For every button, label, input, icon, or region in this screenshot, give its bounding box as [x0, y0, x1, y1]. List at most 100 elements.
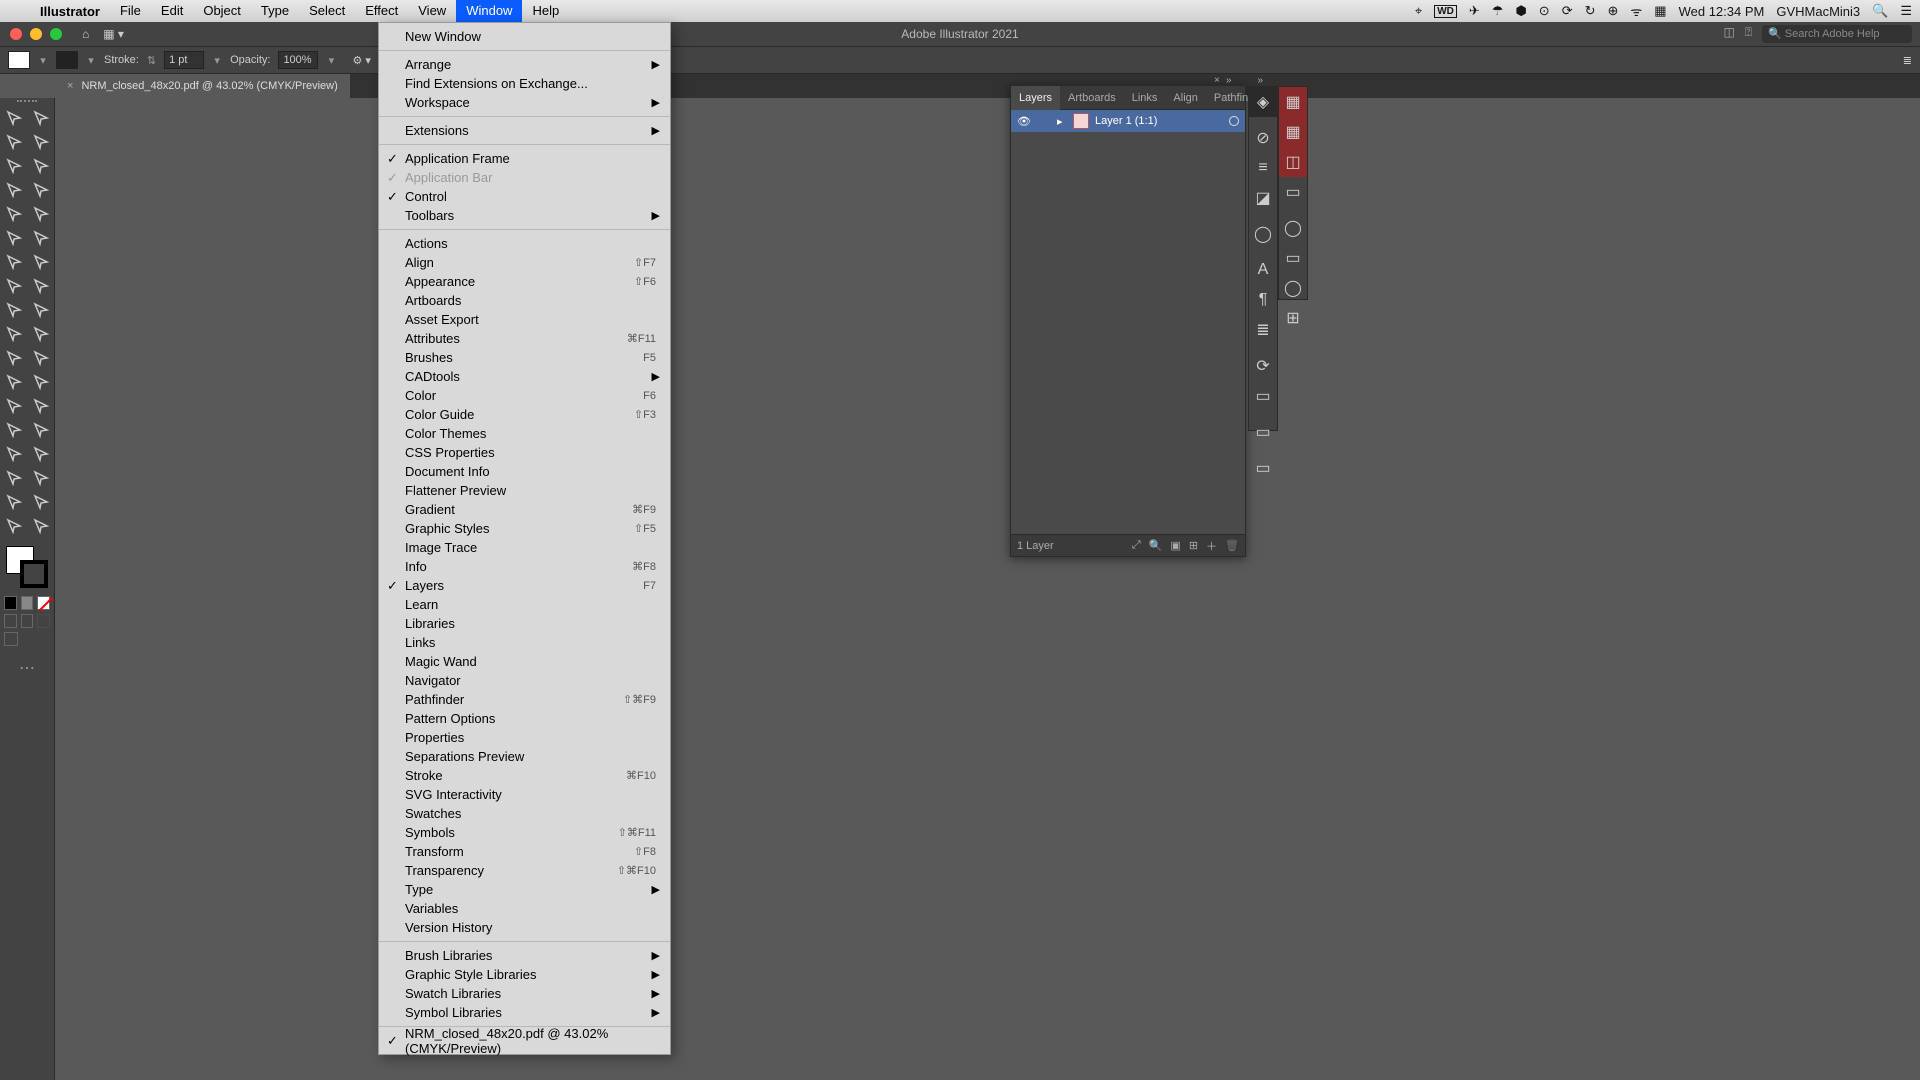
edit-toolbar-button[interactable]: ⋯: [0, 658, 54, 678]
menu-effect[interactable]: Effect: [355, 0, 408, 22]
status-icon[interactable]: ⊕: [1608, 3, 1619, 19]
menu-type[interactable]: Type: [251, 0, 299, 22]
status-icon[interactable]: ⊙: [1539, 3, 1550, 19]
menu-item-stroke[interactable]: Stroke⌘F10: [379, 766, 670, 785]
zoom-window-button[interactable]: [50, 28, 62, 40]
menu-item-swatches[interactable]: Swatches: [379, 804, 670, 823]
panel-icon[interactable]: ◯: [1279, 273, 1307, 303]
menu-item-brushes[interactable]: BrushesF5: [379, 348, 670, 367]
puppet-tool[interactable]: [27, 466, 54, 490]
type-tool[interactable]: [0, 178, 27, 202]
menu-item-attributes[interactable]: Attributes⌘F11: [379, 329, 670, 348]
menu-file[interactable]: File: [110, 0, 151, 22]
status-icon[interactable]: ⬢: [1515, 3, 1526, 19]
canvas-area[interactable]: [55, 98, 1920, 1080]
menu-item-gradient[interactable]: Gradient⌘F9: [379, 500, 670, 519]
panel-menu-icon[interactable]: ≣: [1903, 54, 1912, 67]
menu-item-libraries[interactable]: Libraries: [379, 614, 670, 633]
menu-item-transform[interactable]: Transform⇧F8: [379, 842, 670, 861]
panel-tab-artboards[interactable]: Artboards: [1060, 86, 1124, 110]
shape-builder-tool[interactable]: [0, 298, 27, 322]
eyedropper-tool[interactable]: [0, 346, 27, 370]
character-icon[interactable]: A: [1249, 255, 1277, 285]
expand-icon[interactable]: ▸: [1057, 115, 1067, 128]
panel-tab-align[interactable]: Align: [1165, 86, 1205, 110]
menu-item-align[interactable]: Align⇧F7: [379, 253, 670, 272]
layer-locate-icon[interactable]: ⤢: [1132, 539, 1141, 552]
scale-tool[interactable]: [27, 250, 54, 274]
menu-item-color[interactable]: ColorF6: [379, 386, 670, 405]
menu-item-brush-libraries[interactable]: Brush Libraries▶: [379, 946, 670, 965]
menu-object[interactable]: Object: [193, 0, 251, 22]
knife-tool[interactable]: [0, 490, 27, 514]
arrange-documents-button[interactable]: ▦ ▾: [103, 27, 124, 41]
panel-icon[interactable]: ▭: [1279, 177, 1307, 207]
help-search-input[interactable]: 🔍 Search Adobe Help: [1762, 25, 1912, 43]
menu-item-actions[interactable]: Actions: [379, 234, 670, 253]
workspace-switcher-icon[interactable]: ◫: [1723, 25, 1734, 43]
layers-icon[interactable]: ◈: [1249, 87, 1277, 117]
menu-item-info[interactable]: Info⌘F8: [379, 557, 670, 576]
menu-item-new-window[interactable]: New Window: [379, 27, 670, 46]
status-icon[interactable]: ⌖: [1415, 3, 1422, 19]
fill-dropdown-icon[interactable]: ▾: [38, 54, 48, 67]
layer-sublayer-icon[interactable]: ⊞: [1189, 539, 1198, 552]
shaper-tool[interactable]: [0, 226, 27, 250]
date-icon[interactable]: ▦: [1654, 3, 1666, 19]
status-icon[interactable]: ⟳: [1562, 3, 1573, 19]
panel-tab-layers[interactable]: Layers: [1011, 86, 1060, 110]
stroke-weight-dropdown-icon[interactable]: ▾: [212, 54, 222, 67]
menu-item-properties[interactable]: Properties: [379, 728, 670, 747]
hand-tool[interactable]: [0, 418, 27, 442]
gradient-tool[interactable]: [27, 322, 54, 346]
magic-wand-tool[interactable]: [0, 154, 27, 178]
panel-collapse-icon[interactable]: »: [1257, 75, 1263, 86]
fill-stroke-control[interactable]: [0, 544, 54, 594]
stroke-stepper-icon[interactable]: ⇅: [147, 54, 156, 67]
blend-tool[interactable]: [27, 346, 54, 370]
menu-item-symbol-libraries[interactable]: Symbol Libraries▶: [379, 1003, 670, 1022]
glyphs-icon[interactable]: ≣: [1249, 315, 1277, 345]
menu-view[interactable]: View: [408, 0, 456, 22]
menu-item-learn[interactable]: Learn: [379, 595, 670, 614]
close-tab-icon[interactable]: ×: [67, 80, 73, 92]
symbol-sprayer-tool[interactable]: [0, 370, 27, 394]
fill-swatch[interactable]: [8, 51, 30, 69]
menu-item-variables[interactable]: Variables: [379, 899, 670, 918]
layer-search-icon[interactable]: 🔍: [1149, 539, 1163, 552]
none-mode-button[interactable]: [37, 596, 50, 610]
zoom-tool[interactable]: [27, 418, 54, 442]
panel-tab-links[interactable]: Links: [1124, 86, 1166, 110]
status-icon-wd[interactable]: WD: [1434, 5, 1457, 18]
menu-item-image-trace[interactable]: Image Trace: [379, 538, 670, 557]
stroke-color-square[interactable]: [20, 560, 48, 588]
width-tool[interactable]: [0, 274, 27, 298]
menu-item-swatch-libraries[interactable]: Swatch Libraries▶: [379, 984, 670, 1003]
menubar-clock[interactable]: Wed 12:34 PM: [1679, 4, 1765, 19]
menu-item-cadtools[interactable]: CADtools▶: [379, 367, 670, 386]
menu-item-extensions[interactable]: Extensions▶: [379, 121, 670, 140]
panel-icon[interactable]: ▭: [1279, 243, 1307, 273]
library-icon[interactable]: ⟳: [1249, 351, 1277, 381]
menu-item-links[interactable]: Links: [379, 633, 670, 652]
menu-help[interactable]: Help: [522, 0, 569, 22]
gradient-mode-button[interactable]: [21, 596, 34, 610]
artboard-tool[interactable]: [0, 394, 27, 418]
menu-item-type[interactable]: Type▶: [379, 880, 670, 899]
artboard-icon[interactable]: ▭: [1249, 417, 1277, 447]
links-icon[interactable]: ⊘: [1249, 123, 1277, 153]
menu-item-find-extensions-on-exchange[interactable]: Find Extensions on Exchange...: [379, 74, 670, 93]
stroke-swatch[interactable]: [56, 51, 78, 69]
paragraph-icon[interactable]: ¶: [1249, 285, 1277, 315]
menu-item-navigator[interactable]: Navigator: [379, 671, 670, 690]
menu-item-flattener-preview[interactable]: Flattener Preview: [379, 481, 670, 500]
menu-item-color-guide[interactable]: Color Guide⇧F3: [379, 405, 670, 424]
menu-item-control[interactable]: ✓Control: [379, 187, 670, 206]
lasso-tool[interactable]: [27, 154, 54, 178]
home-button[interactable]: ⌂: [82, 27, 89, 41]
rotate-tool[interactable]: [0, 250, 27, 274]
menu-item-layers[interactable]: ✓LayersF7: [379, 576, 670, 595]
panel-close-icon[interactable]: ×: [1214, 75, 1220, 86]
menu-window[interactable]: Window: [456, 0, 522, 22]
curvature-tool[interactable]: [27, 130, 54, 154]
